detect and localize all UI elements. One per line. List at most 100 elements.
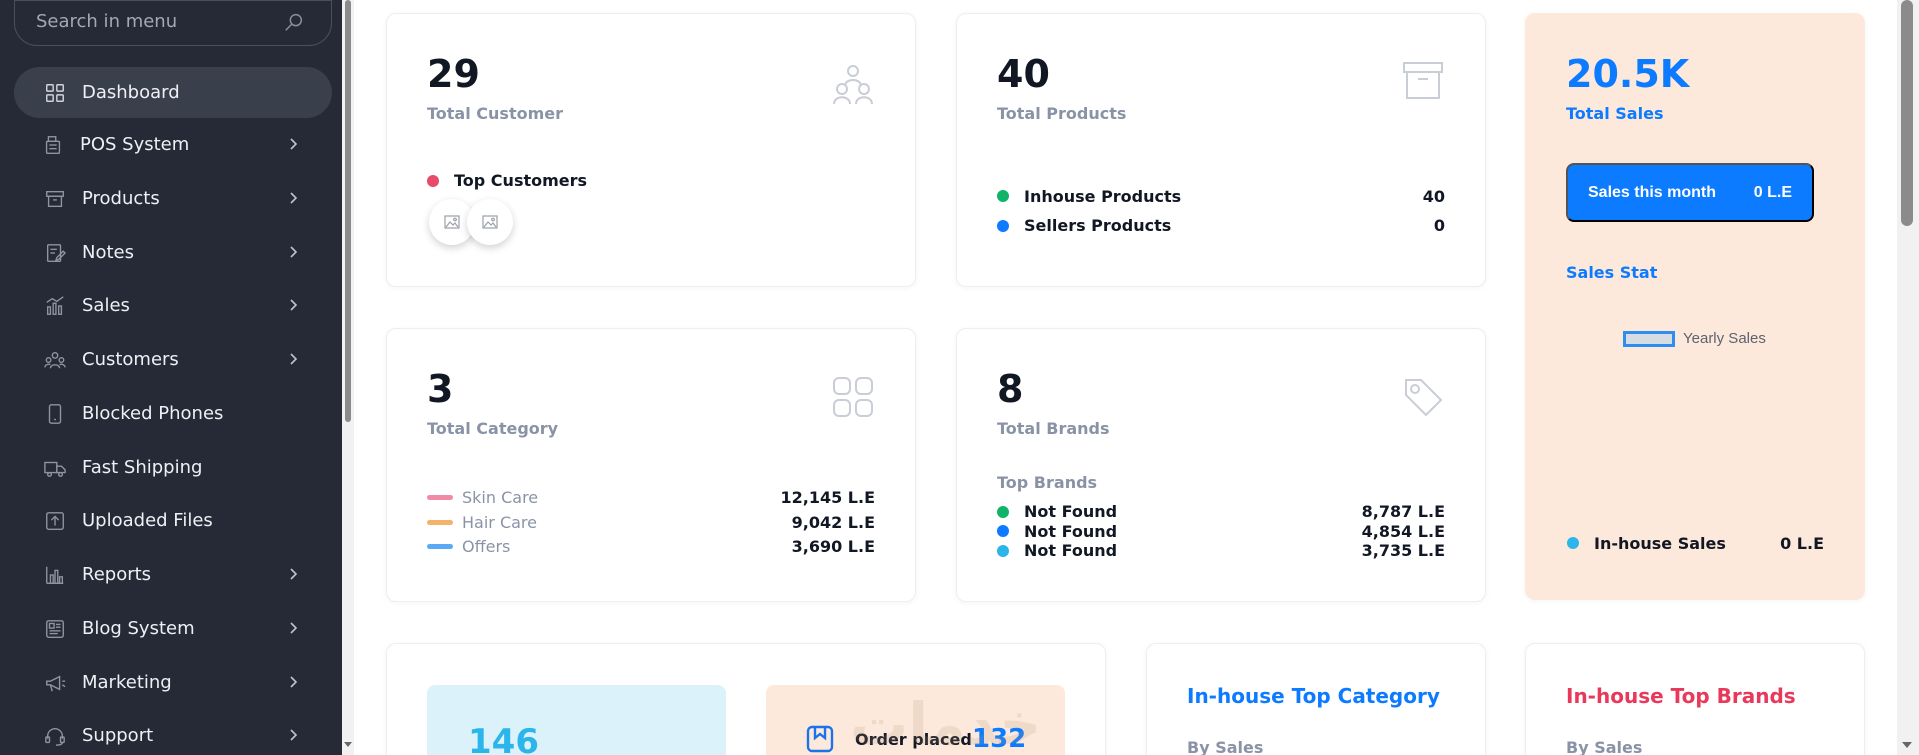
sidebar-item-label: Marketing — [82, 672, 172, 693]
hair-care-label: Hair Care — [462, 513, 537, 532]
hair-care-swatch — [427, 520, 453, 525]
phone-icon — [48, 403, 62, 424]
page-scrollbar-thumb[interactable] — [1901, 0, 1913, 226]
brand-label: Not Found — [1024, 541, 1118, 560]
total-products-value: 40 — [997, 52, 1050, 96]
grid-icon — [46, 83, 64, 102]
sales-this-month-value: 0 L.E — [1753, 184, 1792, 201]
inhouse-sales-value: 0 L.E — [1780, 534, 1824, 553]
total-category-value: 3 — [427, 367, 454, 411]
chevron-right-icon — [290, 676, 298, 688]
sidebar-item-notes[interactable]: Notes — [14, 227, 332, 278]
sidebar-scroll-down-arrow[interactable] — [344, 742, 352, 747]
report-icon — [46, 566, 64, 584]
total-sales-value: 20.5K — [1566, 52, 1690, 96]
sidebar-item-label: Support — [82, 725, 154, 746]
search-input[interactable]: Search in menu — [36, 11, 177, 32]
total-category-label: Total Category — [427, 419, 559, 438]
sidebar-item-label: Sales — [82, 295, 130, 316]
yearly-sales-legend-label[interactable]: Yearly Sales — [1683, 330, 1766, 347]
offers-swatch — [427, 544, 453, 549]
tag-icon — [1405, 379, 1443, 417]
yearly-sales-legend-swatch[interactable] — [1623, 331, 1675, 347]
brand-value: 4,854 L.E — [1361, 522, 1445, 541]
sidebar-item-blog-system[interactable]: Blog System — [14, 603, 332, 654]
inhouse-products-dot — [997, 190, 1009, 202]
sidebar-item-label: Reports — [82, 564, 152, 585]
archive-box-icon — [1403, 62, 1443, 99]
sidebar-item-label: POS System — [80, 134, 190, 155]
sidebar-item-sales[interactable]: Sales — [14, 280, 332, 331]
sellers-products-value: 0 — [1433, 216, 1445, 235]
total-brands-label: Total Brands — [997, 419, 1110, 438]
offers-label: Offers — [462, 537, 511, 556]
stat-tile-value: 146 — [468, 722, 539, 755]
total-brands-card — [956, 328, 1486, 602]
total-category-card — [386, 328, 916, 602]
sidebar-item-marketing[interactable]: Marketing — [14, 657, 332, 708]
brand-value: 8,787 L.E — [1361, 502, 1445, 521]
sidebar-item-reports[interactable]: Reports — [14, 549, 332, 600]
total-sales-label: Total Sales — [1566, 104, 1664, 123]
headset-icon — [45, 727, 65, 746]
chevron-right-icon — [290, 246, 298, 258]
top-brands-title: In-house Top Brands — [1566, 684, 1796, 708]
chevron-right-icon — [290, 299, 298, 311]
users-icon — [44, 351, 66, 368]
sidebar-item-customers[interactable]: Customers — [14, 334, 332, 385]
chevron-right-icon — [290, 353, 298, 365]
skin-care-label: Skin Care — [462, 488, 539, 507]
brand-value: 3,735 L.E — [1361, 541, 1445, 560]
sidebar-item-pos-system[interactable]: POS System — [14, 119, 332, 170]
page-scroll-down-arrow[interactable] — [1902, 742, 1912, 748]
sidebar-item-blocked-phones[interactable]: Blocked Phones — [14, 388, 332, 439]
sidebar-scrollbar-thumb[interactable] — [345, 0, 351, 422]
brand-label: Not Found — [1024, 522, 1118, 541]
chevron-right-icon — [290, 192, 298, 204]
inhouse-products-value: 40 — [1422, 187, 1445, 206]
truck-icon — [44, 461, 66, 477]
sidebar-item-label: Blocked Phones — [82, 403, 224, 424]
top-customers-label: Top Customers — [454, 171, 588, 190]
sidebar-item-fast-shipping[interactable]: Fast Shipping — [14, 442, 332, 493]
blog-icon — [46, 619, 64, 638]
sidebar-item-support[interactable]: Support — [14, 710, 332, 755]
customer-avatar[interactable] — [467, 199, 513, 245]
sidebar-item-label: Fast Shipping — [82, 457, 203, 478]
brand-dot — [997, 525, 1009, 537]
box-icon — [46, 190, 64, 207]
chevron-right-icon — [290, 138, 298, 150]
brand-dot — [997, 506, 1009, 518]
megaphone-icon — [46, 674, 66, 691]
sales-this-month-label: Sales this month — [1588, 184, 1717, 201]
sidebar-item-products[interactable]: Products — [14, 173, 332, 224]
inhouse-sales-label: In-house Sales — [1594, 534, 1726, 553]
hair-care-value: 9,042 L.E — [791, 513, 875, 532]
sidebar-item-dashboard[interactable]: Dashboard — [14, 67, 332, 118]
sales-this-month-button[interactable]: Sales this month 0 L.E — [1566, 163, 1814, 222]
image-placeholder-icon — [444, 215, 460, 229]
sidebar-item-label: Dashboard — [82, 82, 180, 103]
sidebar-item-uploaded-files[interactable]: Uploaded Files — [14, 495, 332, 546]
chevron-right-icon — [290, 568, 298, 580]
search-icon[interactable] — [283, 11, 305, 33]
total-brands-value: 8 — [997, 367, 1024, 411]
sidebar-item-label: Uploaded Files — [82, 510, 213, 531]
total-customer-value: 29 — [427, 52, 480, 96]
offers-value: 3,690 L.E — [791, 537, 875, 556]
pos-icon — [45, 135, 61, 154]
top-customers-dot — [427, 175, 439, 187]
top-category-title: In-house Top Category — [1187, 684, 1440, 708]
upload-icon — [46, 511, 64, 530]
total-sales-card — [1525, 13, 1865, 600]
top-brands-subtitle: By Sales — [1566, 738, 1643, 755]
sidebar-item-label: Notes — [82, 242, 134, 263]
total-products-label: Total Products — [997, 104, 1127, 123]
users-icon — [833, 65, 873, 104]
inhouse-sales-dot — [1567, 537, 1579, 549]
inhouse-products-label: Inhouse Products — [1024, 187, 1182, 206]
sellers-products-dot — [997, 220, 1009, 232]
search-box[interactable]: Search in menu — [14, 0, 332, 46]
category-grid-icon — [833, 377, 873, 417]
skin-care-swatch — [427, 495, 453, 500]
